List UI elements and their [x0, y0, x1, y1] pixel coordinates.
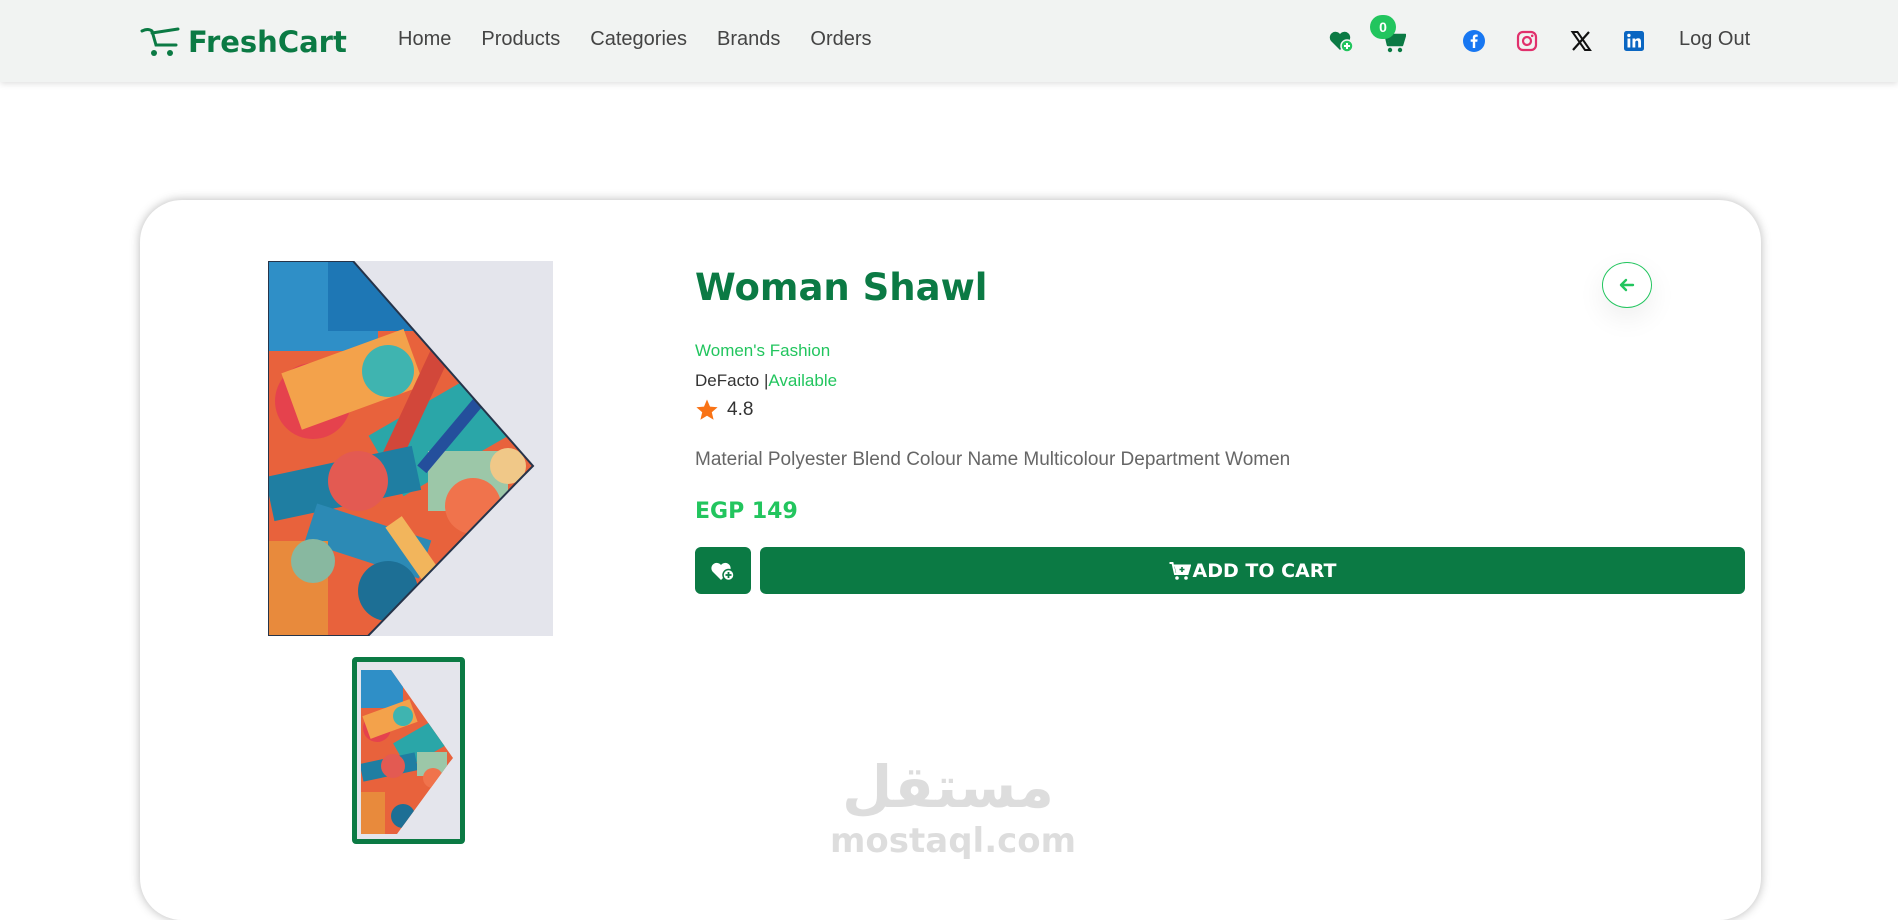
product-thumbnail[interactable]: [352, 657, 465, 844]
brand-logo[interactable]: FreshCart: [140, 22, 347, 62]
product-brand-line: DeFacto |Available: [695, 371, 837, 391]
product-main-image: [268, 261, 553, 636]
cart-plus-icon: [1169, 561, 1191, 580]
nav-links: Home Products Categories Brands Orders: [398, 28, 872, 51]
instagram-icon[interactable]: [1515, 29, 1539, 53]
arrow-left-icon: [1619, 278, 1635, 292]
add-to-wishlist-button[interactable]: [695, 547, 751, 594]
watermark: مستقل mostaql.com: [830, 750, 1077, 870]
add-to-cart-label: ADD TO CART: [1192, 559, 1337, 582]
product-category[interactable]: Women's Fashion: [695, 341, 830, 361]
product-brand: DeFacto: [695, 371, 760, 390]
cart-logo-icon: [140, 27, 180, 56]
nav-link-brands[interactable]: Brands: [717, 28, 780, 51]
linkedin-icon[interactable]: [1622, 29, 1646, 53]
product-title: Woman Shawl: [695, 266, 988, 309]
product-rating: 4.8: [695, 398, 753, 422]
rating-value: 4.8: [727, 399, 754, 420]
nav-link-categories[interactable]: Categories: [590, 28, 687, 51]
x-icon[interactable]: [1569, 29, 1593, 53]
star-icon: [696, 399, 718, 420]
product-price: EGP 149: [695, 499, 798, 524]
navbar: FreshCart Home Products Categories Brand…: [0, 0, 1898, 82]
product-description: Material Polyester Blend Colour Name Mul…: [695, 449, 1291, 470]
heart-plus-icon: [711, 562, 735, 581]
add-to-cart-button[interactable]: ADD TO CART: [760, 547, 1745, 594]
heart-plus-icon[interactable]: [1328, 28, 1354, 54]
facebook-icon[interactable]: [1462, 29, 1486, 53]
logout-link[interactable]: Log Out: [1679, 28, 1750, 51]
watermark-latin: mostaql.com: [830, 821, 1077, 861]
cart-count-badge: 0: [1370, 15, 1396, 39]
brand-name: FreshCart: [188, 25, 347, 59]
nav-link-home[interactable]: Home: [398, 28, 451, 51]
watermark-arabic: مستقل: [841, 753, 1055, 821]
back-button[interactable]: [1602, 262, 1652, 308]
nav-link-orders[interactable]: Orders: [810, 28, 871, 51]
availability-status: Available: [768, 371, 838, 390]
nav-link-products[interactable]: Products: [481, 28, 560, 51]
